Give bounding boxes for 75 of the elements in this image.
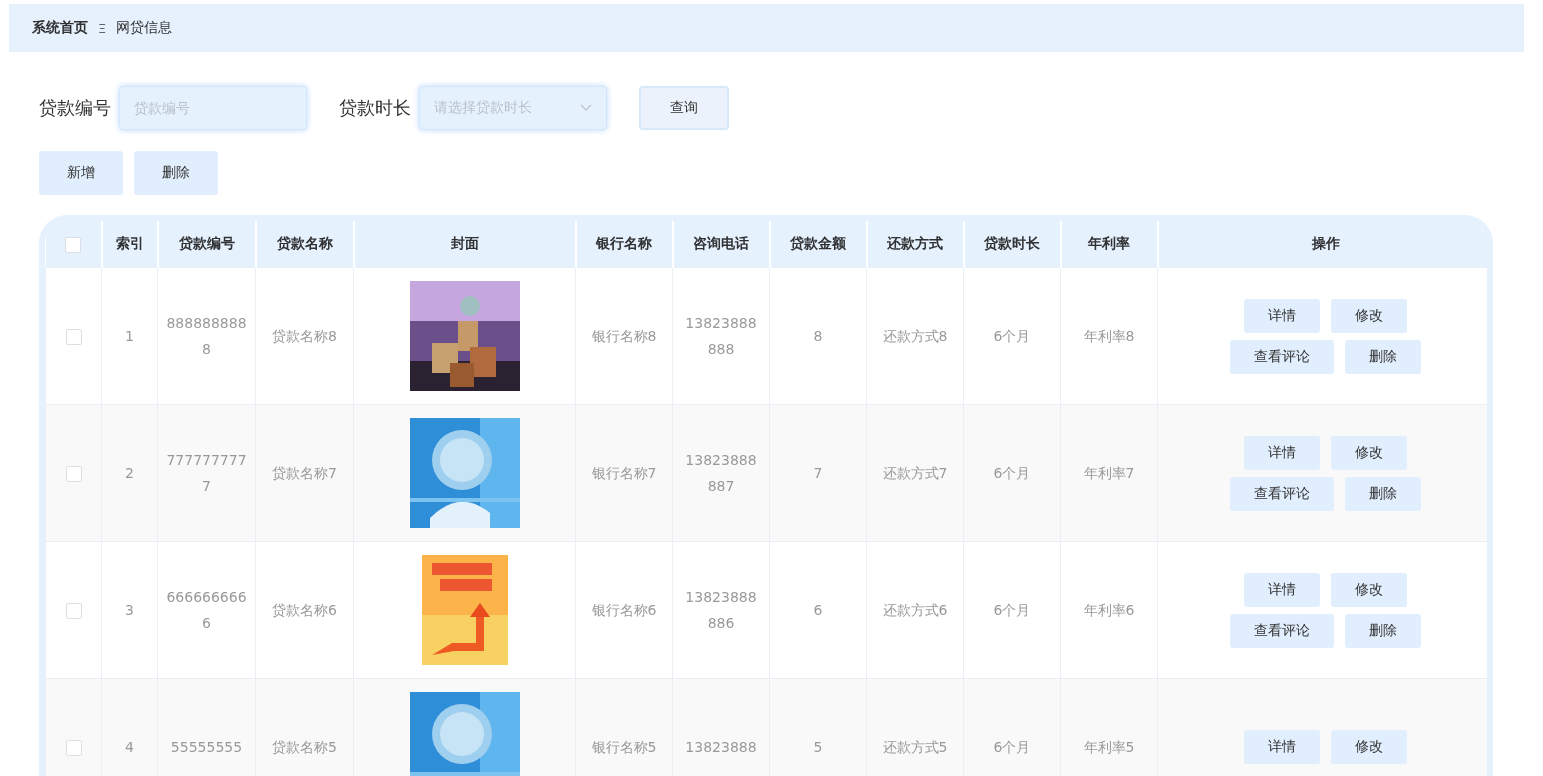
action-button[interactable]: 修改 xyxy=(1331,572,1407,607)
table-cell: 年利率8 xyxy=(1083,328,1135,344)
checkbox[interactable] xyxy=(65,236,81,253)
column-header: 贷款编号 xyxy=(178,235,235,251)
table-cell: 13823888 xyxy=(685,739,757,755)
toolbar-button[interactable]: 删除 xyxy=(134,151,218,195)
table-cell: 年利率5 xyxy=(1083,739,1135,755)
table-cell: 银行名称7 xyxy=(591,465,657,481)
table-cell: 贷款名称8 xyxy=(272,328,337,344)
checkbox[interactable] xyxy=(65,329,82,345)
checkbox[interactable] xyxy=(65,603,82,619)
search-button[interactable]: 查询 xyxy=(639,86,729,130)
table-cell: 3 xyxy=(125,602,134,618)
table-cell: 还款方式7 xyxy=(882,465,948,481)
checkbox[interactable] xyxy=(65,466,82,482)
checkbox[interactable] xyxy=(65,740,82,756)
table-cell: 还款方式5 xyxy=(882,739,948,755)
table-cell: 还款方式6 xyxy=(882,602,948,618)
action-button[interactable]: 查看评论 xyxy=(1230,476,1334,511)
table-cell: 2 xyxy=(125,465,134,481)
breadcrumb-item[interactable]: 系统首页 xyxy=(32,19,88,37)
action-button[interactable]: 详情 xyxy=(1244,435,1320,470)
table-cell: 7 xyxy=(813,465,823,481)
table-cell: 13823888887 xyxy=(685,452,757,494)
table-cell: 6个月 xyxy=(993,739,1031,755)
breadcrumb-item[interactable]: 网贷信息 xyxy=(116,19,173,37)
action-button[interactable]: 删除 xyxy=(1345,339,1421,374)
table-cell: 6个月 xyxy=(993,465,1031,481)
table-cell: 6个月 xyxy=(993,328,1031,344)
column-header: 还款方式 xyxy=(887,235,943,251)
column-header: 贷款金额 xyxy=(790,235,846,251)
column-header: 操作 xyxy=(1311,235,1340,251)
breadcrumb-separator: Ξ xyxy=(98,20,107,36)
action-button[interactable]: 详情 xyxy=(1244,298,1320,333)
action-button[interactable]: 修改 xyxy=(1331,435,1407,470)
table-cell: 1 xyxy=(125,328,134,344)
column-header: 贷款名称 xyxy=(276,235,333,251)
table-cell: 6 xyxy=(813,602,823,618)
table-cell: 5 xyxy=(813,739,823,755)
field-label: 贷款编号 xyxy=(39,96,111,120)
column-header: 索引 xyxy=(115,235,144,251)
column-header: 年利率 xyxy=(1088,235,1130,251)
toolbar-button[interactable]: 新增 xyxy=(39,151,123,195)
table-cell: 贷款名称6 xyxy=(272,602,337,618)
chevron-down-icon xyxy=(580,104,592,112)
table-cell: 银行名称8 xyxy=(591,328,657,344)
action-button[interactable]: 查看评论 xyxy=(1230,339,1334,374)
field-label: 贷款时长 xyxy=(339,96,411,120)
table-cell: 银行名称5 xyxy=(591,739,657,755)
column-header: 咨询电话 xyxy=(693,235,749,251)
table-cell: 8888888888 xyxy=(166,315,247,357)
table-cell: 贷款名称7 xyxy=(272,465,337,481)
table-cell: 年利率7 xyxy=(1083,465,1135,481)
action-button[interactable]: 查看评论 xyxy=(1230,613,1334,648)
action-button[interactable]: 详情 xyxy=(1244,730,1320,764)
table-cell: 贷款名称5 xyxy=(272,739,337,755)
action-button[interactable]: 删除 xyxy=(1345,476,1421,511)
column-header: 封面 xyxy=(450,235,479,251)
action-button[interactable]: 删除 xyxy=(1345,613,1421,648)
action-button[interactable]: 修改 xyxy=(1331,730,1407,764)
column-header: 贷款时长 xyxy=(984,235,1040,251)
table-cell: 6666666666 xyxy=(166,589,247,631)
table-cell: 13823888888 xyxy=(685,315,757,357)
table-cell: 13823888886 xyxy=(685,589,757,631)
table-cell: 年利率6 xyxy=(1083,602,1135,618)
table-cell: 8 xyxy=(813,328,823,344)
table-cell: 银行名称6 xyxy=(591,602,657,618)
table-cell: 7777777777 xyxy=(166,452,247,494)
table-cell: 55555555 xyxy=(170,739,243,755)
action-button[interactable]: 详情 xyxy=(1244,572,1320,607)
column-header: 银行名称 xyxy=(596,235,652,251)
table-cell: 还款方式8 xyxy=(882,328,948,344)
table-cell: 4 xyxy=(125,739,134,755)
action-button[interactable]: 修改 xyxy=(1331,298,1407,333)
table-cell: 6个月 xyxy=(993,602,1031,618)
